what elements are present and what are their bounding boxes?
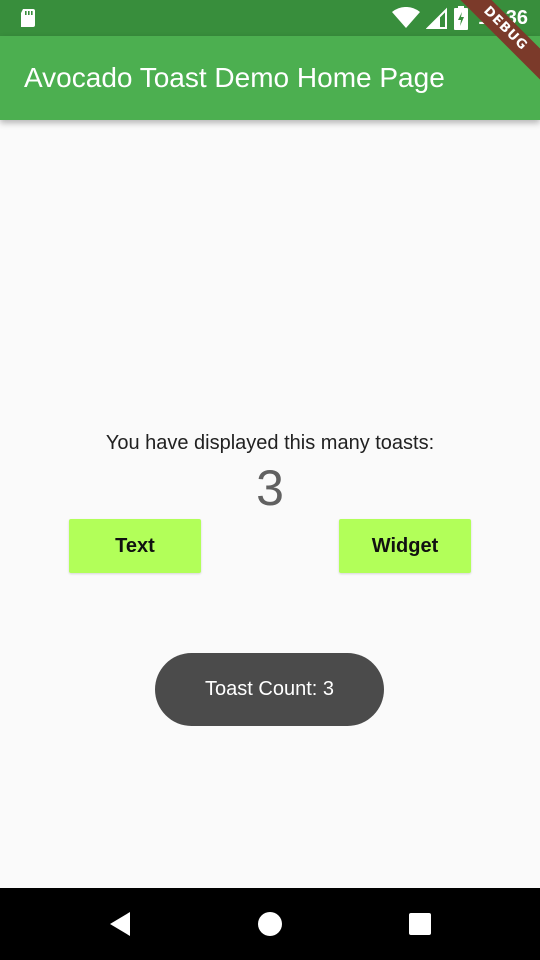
back-button[interactable] [96,900,144,948]
back-icon [110,912,130,936]
status-bar: 11:36 [0,0,540,36]
text-toast-button[interactable]: Text [69,519,201,573]
toast-counter: 3 [256,460,284,516]
home-button[interactable] [246,900,294,948]
navigation-bar [0,888,540,960]
toast-count-description: You have displayed this many toasts: [105,432,435,454]
status-clock: 11:36 [477,6,528,29]
page-title: Avocado Toast Demo Home Page [24,62,445,93]
recents-icon [409,913,431,935]
toast-message: Toast Count: 3 [155,653,384,726]
home-icon [258,912,282,936]
battery-icon [453,6,468,30]
widget-toast-button[interactable]: Widget [339,519,471,573]
signal-icon [425,7,447,29]
status-icons: 11:36 [391,6,528,30]
app-screen: 11:36 DEBUG Avocado Toast Demo Home Page… [0,0,540,960]
app-bar: Avocado Toast Demo Home Page [0,36,540,120]
sd-card-icon [21,9,35,27]
recents-button[interactable] [396,900,444,948]
wifi-icon [391,7,420,28]
